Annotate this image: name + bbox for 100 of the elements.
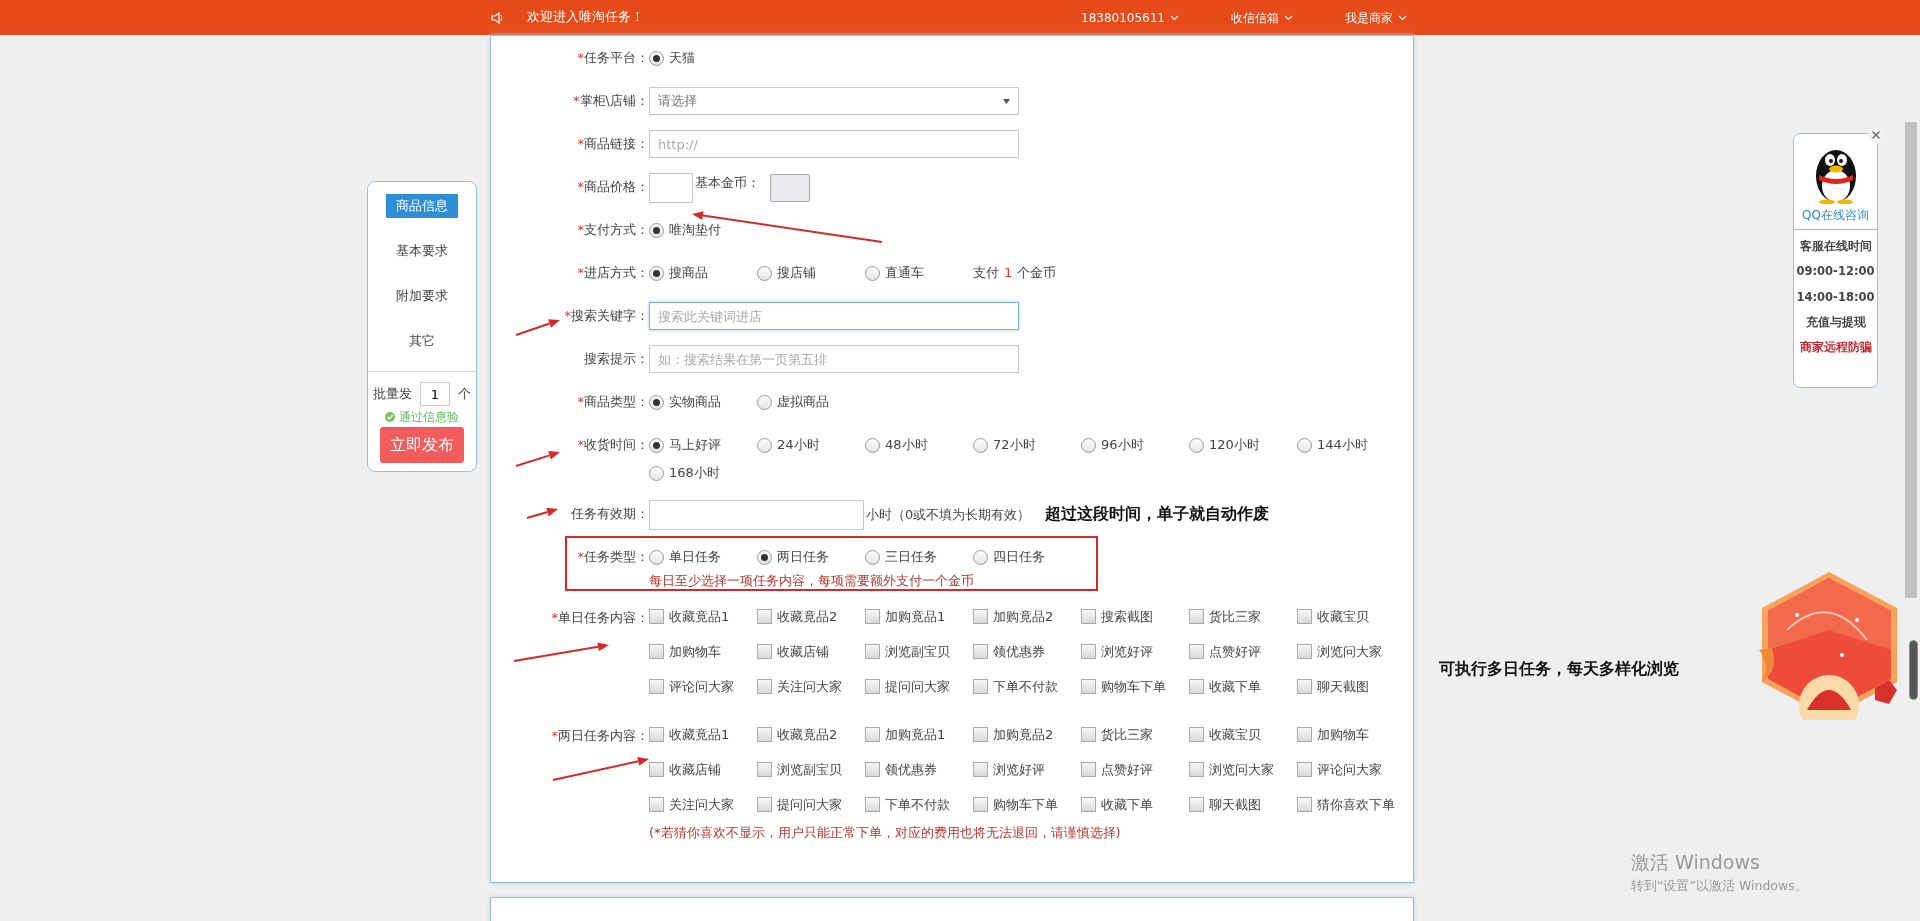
- radio-option[interactable]: 搜店铺: [757, 259, 865, 287]
- checkbox-option[interactable]: 下单不付款: [865, 792, 973, 827]
- scrollbar-thumb[interactable]: [1905, 122, 1917, 598]
- radio-option[interactable]: 两日任务: [757, 543, 865, 571]
- checkbox-option[interactable]: 领优惠券: [865, 757, 973, 792]
- checkbox-option[interactable]: 浏览副宝贝: [757, 757, 865, 792]
- radio-option[interactable]: 直通车: [865, 259, 973, 287]
- checkbox-option[interactable]: 加购物车: [649, 639, 757, 674]
- checkbox-option[interactable]: 购物车下单: [1081, 674, 1189, 709]
- checkbox-option[interactable]: 收藏竟品2: [757, 604, 865, 639]
- annotation-text: 可执行多日任务，每天多样化浏览: [1439, 658, 1679, 680]
- welcome-text: 欢迎进入唯淘任务！: [527, 8, 644, 27]
- account-menu[interactable]: 收信信箱: [1231, 8, 1293, 27]
- text-field[interactable]: http://: [649, 130, 1019, 158]
- radio-option[interactable]: 虚拟商品: [757, 388, 865, 416]
- checkbox-option[interactable]: 浏览问大家: [1189, 757, 1297, 792]
- checkbox-option[interactable]: 加购竟品2: [973, 722, 1081, 757]
- radio-option[interactable]: 唯淘垫付: [649, 216, 757, 244]
- checkbox-option[interactable]: 货比三家: [1189, 604, 1297, 639]
- checkbox-option[interactable]: 下单不付款: [973, 674, 1081, 709]
- checkbox-option[interactable]: 聊天截图: [1189, 792, 1297, 827]
- text-field[interactable]: 搜索此关键词进店: [649, 302, 1019, 330]
- account-menu[interactable]: 我是商家: [1345, 8, 1407, 27]
- field-label: *任务类型：: [577, 549, 649, 564]
- checkbox-option[interactable]: 聊天截图: [1297, 674, 1405, 709]
- field-label: *收货时间：: [577, 437, 649, 452]
- check-icon: [385, 412, 395, 422]
- checkbox-option[interactable]: 加购竟品2: [973, 604, 1081, 639]
- field-label: *商品类型：: [577, 394, 649, 409]
- radio-option[interactable]: 天猫: [649, 44, 757, 72]
- price-field[interactable]: [649, 173, 693, 203]
- checkbox-option[interactable]: 提问问大家: [865, 674, 973, 709]
- caret-icon: [1003, 98, 1010, 104]
- batch-count-field[interactable]: 1: [420, 382, 450, 406]
- side-nav-tab[interactable]: 附加要求: [386, 284, 458, 308]
- checkbox-option[interactable]: 收藏竟品2: [757, 722, 865, 757]
- checkbox-option[interactable]: 收藏下单: [1189, 674, 1297, 709]
- checkbox-option[interactable]: 加购竟品1: [865, 722, 973, 757]
- chevron-down-icon: [1398, 14, 1407, 21]
- field-label: *任务平台：: [577, 50, 649, 65]
- checkbox-option[interactable]: 收藏店铺: [757, 639, 865, 674]
- chat-link[interactable]: QQ在线咨询: [1794, 206, 1877, 230]
- checkbox-option[interactable]: 收藏店铺: [649, 757, 757, 792]
- checkbox-option[interactable]: 收藏下单: [1081, 792, 1189, 827]
- slider-handle[interactable]: [1909, 640, 1918, 700]
- checkbox-option[interactable]: 猜你喜欢下单: [1297, 792, 1405, 827]
- radio-option[interactable]: 马上好评: [649, 431, 757, 459]
- checkbox-option[interactable]: 加购物车: [1297, 722, 1405, 757]
- field-label: *单日任务内容：: [551, 610, 649, 625]
- checkbox-option[interactable]: 浏览好评: [1081, 639, 1189, 674]
- checkbox-option[interactable]: 浏览好评: [973, 757, 1081, 792]
- checkbox-option[interactable]: 点赞好评: [1081, 757, 1189, 792]
- checkbox-option[interactable]: 点赞好评: [1189, 639, 1297, 674]
- radio-option[interactable]: 24小时: [757, 431, 865, 459]
- radio-option[interactable]: 四日任务: [973, 543, 1081, 571]
- side-nav-tab[interactable]: 基本要求: [386, 239, 458, 263]
- field-label: *掌柜\店铺：: [573, 93, 649, 108]
- info-text: 客服在线时间: [1798, 238, 1873, 255]
- checkbox-option[interactable]: 搜索截图: [1081, 604, 1189, 639]
- field-label: *支付方式：: [577, 222, 649, 237]
- side-nav-tab[interactable]: 其它: [386, 329, 458, 353]
- checkbox-option[interactable]: 收藏宝贝: [1189, 722, 1297, 757]
- radio-option[interactable]: 三日任务: [865, 543, 973, 571]
- radio-option[interactable]: 48小时: [865, 431, 973, 459]
- checkbox-option[interactable]: 货比三家: [1081, 722, 1189, 757]
- checkbox-option[interactable]: 浏览副宝贝: [865, 639, 973, 674]
- info-text: 14:00-18:00: [1795, 288, 1876, 306]
- coin-field[interactable]: [770, 174, 810, 202]
- checkbox-option[interactable]: 关注问大家: [649, 792, 757, 827]
- verified-status: 通过信息验: [399, 409, 459, 426]
- checkbox-option[interactable]: 评论问大家: [1297, 757, 1405, 792]
- radio-option[interactable]: 96小时: [1081, 431, 1189, 459]
- checkbox-option[interactable]: 加购竟品1: [865, 604, 973, 639]
- field-label: *搜索关键字：: [564, 308, 649, 323]
- checkbox-option[interactable]: 购物车下单: [973, 792, 1081, 827]
- radio-option[interactable]: 72小时: [973, 431, 1081, 459]
- unit-label: 个: [458, 385, 471, 404]
- field-label: *商品链接：: [577, 136, 649, 151]
- checkbox-option[interactable]: 收藏竟品1: [649, 722, 757, 757]
- checkbox-option[interactable]: 浏览问大家: [1297, 639, 1405, 674]
- dropdown-field[interactable]: 请选择: [649, 87, 1019, 115]
- radio-option[interactable]: 搜商品: [649, 259, 757, 287]
- radio-option[interactable]: 单日任务: [649, 543, 757, 571]
- radio-option[interactable]: 实物商品: [649, 388, 757, 416]
- radio-option[interactable]: 144小时: [1297, 431, 1405, 459]
- radio-option[interactable]: 168小时: [649, 459, 757, 487]
- checkbox-option[interactable]: 领优惠券: [973, 639, 1081, 674]
- checkbox-option[interactable]: 提问问大家: [757, 792, 865, 827]
- checkbox-option[interactable]: 收藏竟品1: [649, 604, 757, 639]
- info-text: 商家远程防骗: [1798, 339, 1873, 356]
- radio-option[interactable]: 120小时: [1189, 431, 1297, 459]
- unit-label: 小时（0或不填为长期有效）: [866, 506, 1031, 525]
- duration-field[interactable]: [649, 500, 864, 530]
- checkbox-option[interactable]: 评论问大家: [649, 674, 757, 709]
- checkbox-option[interactable]: 收藏宝贝: [1297, 604, 1405, 639]
- info-text: 充值与提现: [1804, 313, 1867, 331]
- account-menu[interactable]: 18380105611: [1081, 8, 1179, 27]
- field-label: *商品价格：: [577, 179, 649, 194]
- checkbox-option[interactable]: 关注问大家: [757, 674, 865, 709]
- info-text: 09:00-12:00: [1795, 263, 1876, 281]
